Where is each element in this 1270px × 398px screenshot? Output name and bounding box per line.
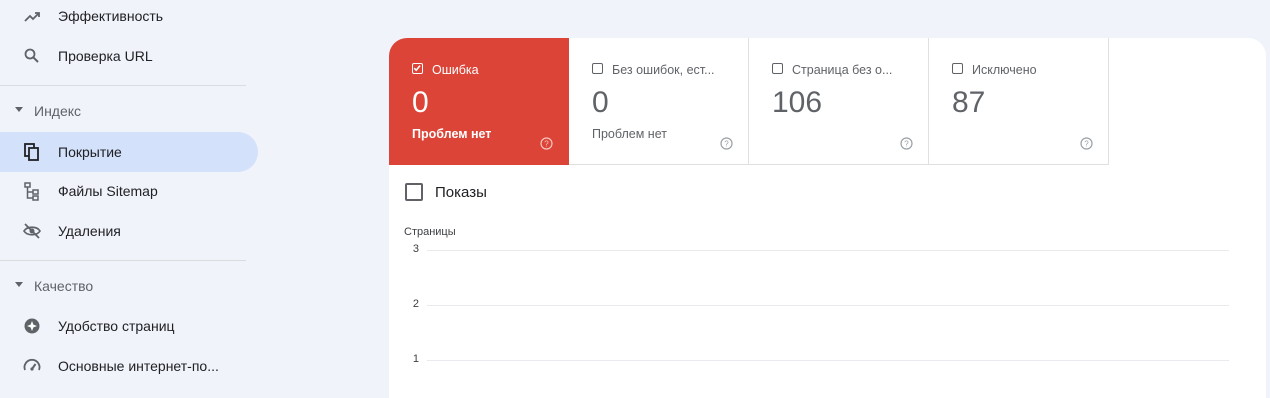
gridline [427,360,1229,361]
sidebar-item-sitemaps[interactable]: Файлы Sitemap [0,171,258,211]
coverage-panel: Ошибка 0 Проблем нет ? Без ошибок, ест..… [389,38,1266,398]
sidebar-section-label: Индекс [34,103,82,119]
gridline [427,305,1229,306]
svg-text:?: ? [904,140,909,149]
caret-down-icon [15,282,23,287]
impressions-toggle[interactable]: Показы [405,181,487,203]
help-icon[interactable]: ? [900,137,913,150]
tile-title: Без ошибок, ест... [612,63,715,77]
svg-text:?: ? [724,140,729,149]
sidebar-item-label: Основные интернет-по... [58,358,219,374]
sidebar-item-label: Проверка URL [58,48,153,64]
file-copy-icon [22,142,42,162]
tile-subtitle: Проблем нет [412,127,492,141]
help-icon[interactable]: ? [720,137,733,150]
sidebar-item-url-inspection[interactable]: Проверка URL [0,36,258,76]
checkbox-checked-icon[interactable] [412,63,423,74]
checkbox-icon[interactable] [772,63,783,74]
sidebar-section-label: Качество [34,278,94,294]
caret-down-icon [15,107,23,112]
help-icon[interactable]: ? [540,137,553,150]
y-tick-label: 1 [412,353,419,365]
sidebar-divider [0,260,246,261]
sidebar-item-performance[interactable]: Эффективность [0,0,258,36]
sidebar-item-core-web-vitals[interactable]: Основные интернет-по... [0,346,258,386]
search-icon [22,46,42,66]
sidebar-item-page-experience[interactable]: Удобство страниц [0,306,258,346]
sidebar-item-removals[interactable]: Удаления [0,211,258,251]
checkbox-icon[interactable] [592,63,603,74]
tile-title: Исключено [972,63,1037,77]
tile-error[interactable]: Ошибка 0 Проблем нет ? [389,38,569,165]
y-tick-label: 2 [412,298,419,310]
tile-valid[interactable]: Страница без о... 106 ? [749,38,929,165]
svg-text:?: ? [1084,140,1089,149]
sidebar-divider [0,85,246,86]
svg-text:?: ? [544,140,549,149]
page-experience-icon [22,316,42,336]
trending-up-icon [22,6,42,26]
y-tick-label: 3 [412,243,419,255]
sidebar-item-coverage[interactable]: Покрытие [0,132,258,172]
tile-valid-with-warnings[interactable]: Без ошибок, ест... 0 Проблем нет ? [569,38,749,165]
impressions-label: Показы [435,183,487,201]
sitemap-icon [22,181,42,201]
tile-title: Ошибка [432,63,479,77]
tile-value: 87 [952,86,986,119]
sidebar-item-label: Удобство страниц [58,318,175,334]
chart-y-axis-label: Страницы [404,226,456,238]
checkbox-icon[interactable] [952,63,963,74]
gridline [427,250,1229,251]
sidebar-item-label: Удаления [58,223,121,239]
sidebar-item-label: Покрытие [58,144,122,160]
speed-gauge-icon [22,356,42,376]
visibility-off-icon [22,221,42,241]
tile-value: 106 [772,86,823,119]
sidebar-section-quality[interactable]: Качество [0,268,250,304]
help-icon[interactable]: ? [1080,137,1093,150]
sidebar-item-label: Эффективность [58,8,164,24]
tile-subtitle: Проблем нет [592,127,667,141]
tile-excluded[interactable]: Исключено 87 ? [929,38,1109,165]
tile-title: Страница без о... [792,63,893,77]
checkbox-icon[interactable] [405,183,423,201]
sidebar: Эффективность Проверка URL Индекс Покрыт… [0,0,268,380]
sidebar-item-label: Файлы Sitemap [58,183,158,199]
sidebar-section-index[interactable]: Индекс [0,93,250,129]
tile-value: 0 [412,86,429,119]
tile-value: 0 [592,86,609,119]
